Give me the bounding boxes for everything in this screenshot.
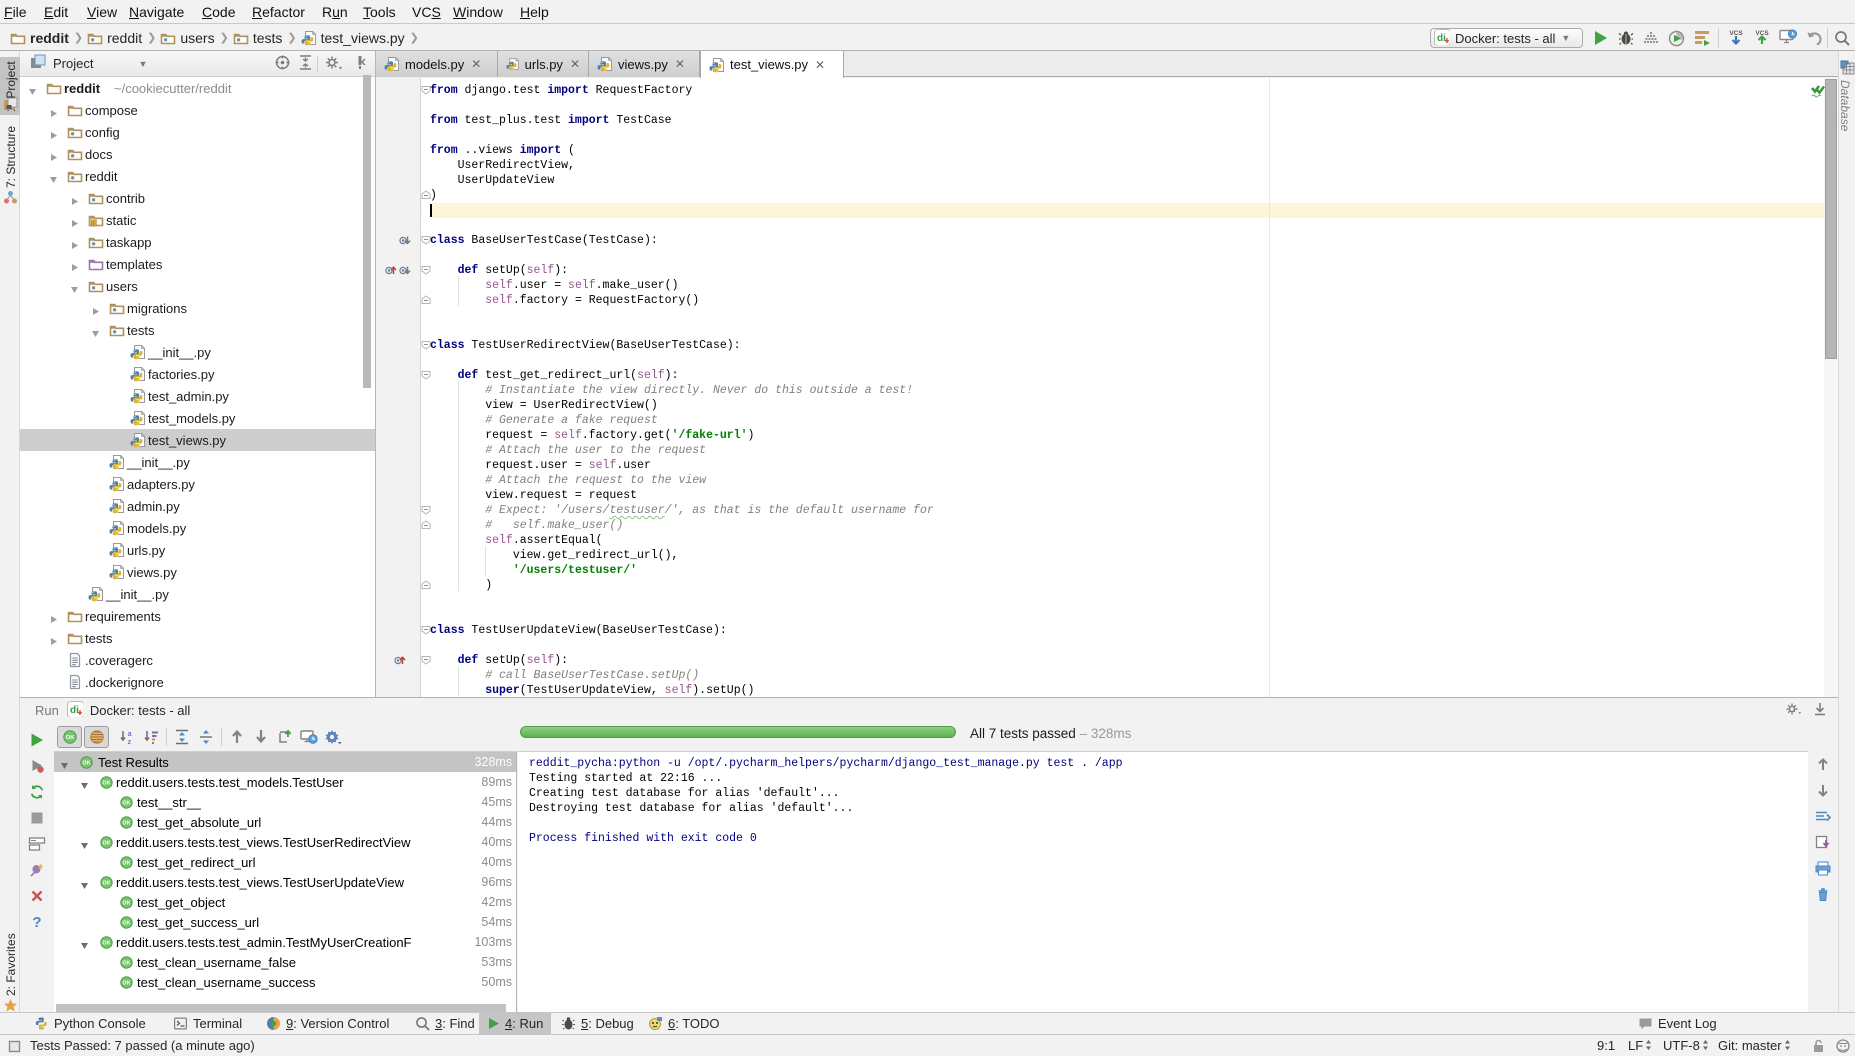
svg-text:OK: OK <box>122 860 130 866</box>
svg-text:VCS: VCS <box>1729 30 1743 37</box>
svg-text:OK: OK <box>102 840 110 846</box>
svg-text:OK: OK <box>122 900 130 906</box>
svg-text:OK: OK <box>65 734 75 740</box>
svg-text:OK: OK <box>102 880 110 886</box>
svg-text:OK: OK <box>82 760 90 766</box>
svg-text:di: di <box>70 705 79 716</box>
svg-text:z: z <box>128 737 132 745</box>
svg-text:OK: OK <box>122 920 130 926</box>
svg-text:OK: OK <box>122 960 130 966</box>
svg-text:OK: OK <box>102 780 110 786</box>
svg-text:di: di <box>1437 33 1446 44</box>
svg-text:OK: OK <box>122 820 130 826</box>
svg-text:OK: OK <box>122 980 130 986</box>
svg-text:OK: OK <box>122 800 130 806</box>
svg-text:OK: OK <box>102 940 110 946</box>
